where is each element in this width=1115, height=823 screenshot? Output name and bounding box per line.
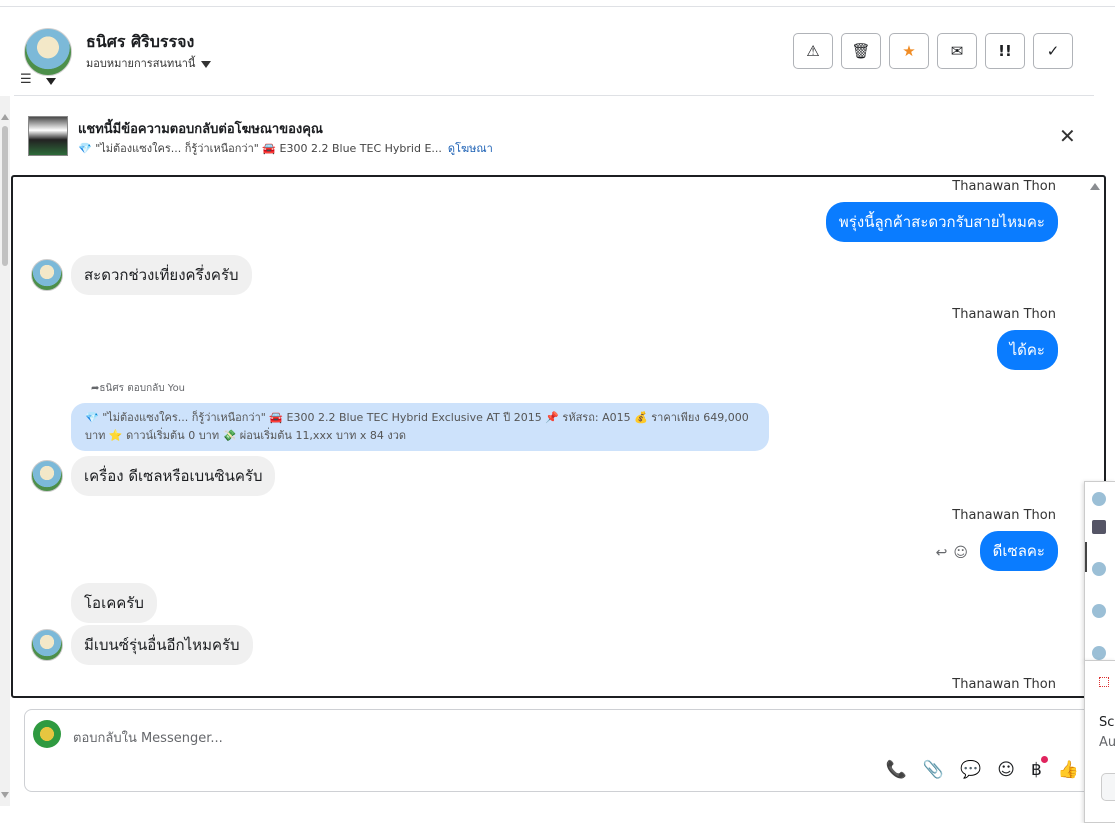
mark-unread-button[interactable]: ✉	[937, 33, 977, 69]
popup-button[interactable]	[1101, 773, 1115, 801]
chevron-down-icon	[201, 60, 212, 68]
star-button[interactable]: ★	[889, 33, 929, 69]
ad-thumbnail	[28, 116, 68, 156]
like-icon[interactable]: 👍	[1058, 760, 1079, 780]
thread-scroll-up-arrow[interactable]	[1090, 183, 1100, 190]
sender-label: Thanawan Thon	[952, 508, 1056, 523]
contact-thumb[interactable]	[1092, 646, 1106, 660]
composer-placeholder[interactable]: ตอบกลับใน Messenger...	[73, 727, 223, 748]
quoted-ad-message[interactable]: 💎 "ไม่ต้องแซงใคร... ก็รู้ว่าเหนือกว่า" 🚘…	[71, 403, 769, 451]
check-icon: ✓	[1046, 42, 1060, 60]
message-composer[interactable]: ตอบกลับใน Messenger... 📞 📎 💬 ☺ ฿ 👍	[24, 709, 1094, 792]
contact-thumb[interactable]	[1092, 604, 1106, 618]
left-scrollbar[interactable]	[0, 96, 10, 806]
header-actions: ⚠ 🗑 ★ ✉ !! ✓	[793, 33, 1073, 69]
ad-banner-title: แชทนี้มีข้อความตอบกลับต่อโฆษณาของคุณ	[78, 122, 323, 137]
reply-icon[interactable]: ↩	[936, 545, 954, 561]
incoming-message[interactable]: โอเคครับ	[71, 583, 157, 623]
scroll-thumb[interactable]	[2, 126, 8, 266]
contact-avatar-small	[31, 259, 63, 291]
side-scroll-indicator	[1085, 542, 1087, 572]
scroll-down-arrow[interactable]	[1, 792, 9, 798]
popup-icon	[1099, 677, 1109, 687]
contact-avatar-small	[31, 460, 63, 492]
popup-line-1: Sc	[1099, 715, 1115, 730]
side-contact-list[interactable]	[1084, 481, 1115, 661]
contact-thumb[interactable]	[1092, 492, 1106, 506]
mail-open-icon: ✉	[950, 42, 964, 60]
react-emoji-icon[interactable]: ☺	[953, 545, 974, 561]
message-actions: ↩☺	[936, 545, 974, 561]
top-divider	[0, 6, 1115, 7]
trash-icon: 🗑	[851, 42, 871, 60]
sender-label: Thanawan Thon	[952, 677, 1056, 692]
outgoing-message[interactable]: ได้คะ	[996, 330, 1058, 370]
popup-line-2: Au	[1099, 735, 1115, 750]
contact-name[interactable]: ธนิศร ศิริบรรจง	[86, 30, 194, 55]
page-avatar	[33, 720, 61, 748]
mark-spam-button[interactable]: ⚠	[793, 33, 833, 69]
outgoing-message[interactable]: พรุ่งนี้ลูกค้าสะดวกรับสายไหมคะ	[825, 202, 1058, 242]
emoji-icon[interactable]: ☺	[997, 760, 1015, 780]
assign-conversation-dropdown[interactable]: มอบหมายการสนทนานี้	[86, 54, 212, 72]
incoming-message[interactable]: มีเบนซ์รุ่นอื่นอีกไหมครับ	[71, 625, 253, 665]
ad-banner-subtitle: 💎 "ไม่ต้องแซงใคร... ก็รู้ว่าเหนือกว่า" 🚘…	[78, 139, 493, 157]
outgoing-message[interactable]: ดีเซลคะ	[979, 531, 1058, 571]
contact-avatar[interactable]	[24, 28, 72, 76]
ad-snippet: 💎 "ไม่ต้องแซงใคร... ก็รู้ว่าเหนือกว่า" 🚘…	[78, 142, 442, 155]
filter-chevron-down-icon[interactable]	[46, 78, 56, 85]
ad-thumb-small[interactable]	[1092, 520, 1106, 534]
incoming-message[interactable]: เครื่อง ดีเซลหรือเบนซินครับ	[71, 456, 276, 496]
warning-icon: ⚠	[806, 42, 820, 60]
reply-note-text: ธนิศร ตอบกลับ You	[99, 383, 186, 394]
message-thread[interactable]: Thanawan Thon พรุ่งนี้ลูกค้าสะดวกรับสายไ…	[11, 175, 1106, 698]
delete-button[interactable]: 🗑	[841, 33, 881, 69]
priority-button[interactable]: !!	[985, 33, 1025, 69]
ad-reply-banner: แชทนี้มีข้อความตอบกลับต่อโฆษณาของคุณ 💎 "…	[14, 108, 1094, 166]
attachment-icon[interactable]: 📎	[923, 760, 944, 780]
conversation-header: ธนิศร ศิริบรรจง มอบหมายการสนทนานี้ ☰ ⚠ 🗑…	[14, 16, 1094, 96]
inbox-app: ธนิศร ศิริบรรจง มอบหมายการสนทนานี้ ☰ ⚠ 🗑…	[0, 0, 1115, 823]
payment-icon[interactable]: ฿	[1031, 756, 1048, 780]
contact-avatar-small	[31, 629, 63, 661]
contact-thumb[interactable]	[1092, 562, 1106, 576]
priority-icon: !!	[998, 42, 1012, 60]
side-popup-card: Sc Au	[1084, 660, 1115, 823]
incoming-message[interactable]: สะดวกช่วงเที่ยงครึ่งครับ	[71, 255, 252, 295]
view-ad-link[interactable]: ดูโฆษณา	[448, 142, 493, 155]
close-icon[interactable]: ✕	[1059, 124, 1076, 148]
sender-label: Thanawan Thon	[952, 179, 1056, 194]
star-icon: ★	[902, 42, 916, 60]
reply-indicator: ➦ธนิศร ตอบกลับ You	[91, 381, 185, 396]
saved-reply-icon[interactable]: 💬	[960, 760, 981, 780]
scroll-up-arrow[interactable]	[1, 114, 9, 120]
assign-label: มอบหมายการสนทนานี้	[86, 57, 196, 70]
mark-done-button[interactable]: ✓	[1033, 33, 1073, 69]
composer-tools: 📞 📎 💬 ☺ ฿ 👍	[886, 756, 1079, 780]
sender-label: Thanawan Thon	[952, 307, 1056, 322]
call-add-icon[interactable]: 📞	[886, 760, 907, 780]
filter-sliders-icon[interactable]: ☰	[20, 72, 32, 87]
